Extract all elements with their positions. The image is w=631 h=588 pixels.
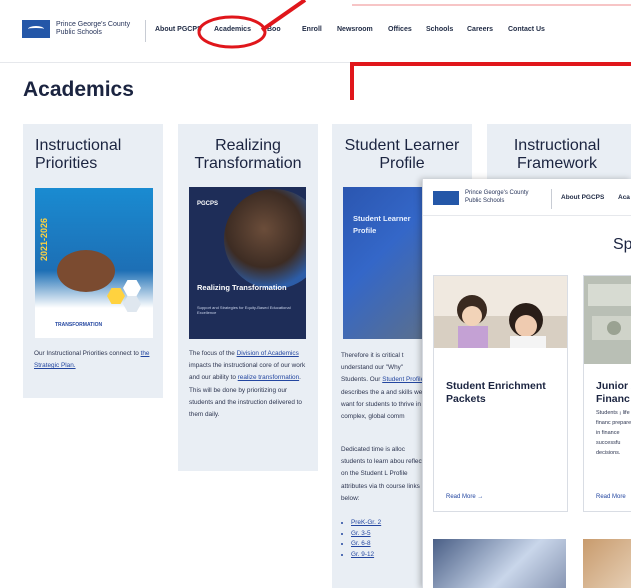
header-divider (551, 189, 552, 209)
link-prek-gr2[interactable]: PreK-Gr. 2 (351, 518, 381, 529)
site-header: Prince George's County Public Schools Ab… (0, 0, 631, 63)
pgcps-logo-icon (22, 20, 50, 38)
section-heading: Sp (613, 236, 631, 253)
card-description: The focus of the Division of Academics i… (189, 350, 306, 419)
read-more-link[interactable]: Read More (596, 494, 626, 500)
overlay-header: Prince George's County Public Schools Ab… (423, 179, 631, 216)
students-writing-photo (434, 276, 567, 364)
nav-about-pgcps[interactable]: About PGCPS (561, 194, 604, 201)
cover-year: 2021-2026 (39, 218, 49, 262)
nav-offices[interactable]: Offices (388, 26, 412, 33)
read-more-link[interactable]: Read More → (446, 494, 483, 500)
card-description-2: Dedicated time is alloc students to lear… (341, 446, 424, 502)
nav-contact-us[interactable]: Contact Us (508, 26, 545, 33)
link-gr6-8[interactable]: Gr. 6-8 (351, 539, 381, 550)
logo-line-2: Public Schools (465, 198, 505, 204)
nav-books[interactable]: Boo (267, 26, 281, 33)
classroom-photo (583, 539, 631, 588)
hexagon-shape (123, 280, 141, 296)
cover-subtitle: Support and Strategies for Equity-Based … (197, 305, 291, 315)
student-enrichment-card[interactable]: Student Enrichment Packets Read More → (433, 275, 568, 512)
strategic-plan-cover-image[interactable]: 2021-2026 TRANSFORMATION (35, 188, 153, 338)
division-of-academics-link[interactable]: Division of Academics (237, 350, 299, 357)
logo-line-2: Public Schools (56, 29, 102, 36)
pgcps-logo-icon (433, 191, 459, 205)
card-description: Our Instructional Priorities connect to … (34, 350, 150, 370)
course-links-list: PreK-Gr. 2 Gr. 3-5 Gr. 6-8 Gr. 9-12 (341, 518, 381, 560)
nav-enroll[interactable]: Enroll (302, 26, 322, 33)
nav-academics[interactable]: Aca (618, 194, 630, 201)
logo-line-1: Prince George's County (56, 21, 131, 28)
card-description: Therefore it is critical t understand ou… (341, 352, 427, 421)
student-profile-link[interactable]: Student Profile (382, 376, 424, 383)
student-learner-profile-cover-image[interactable]: Student Learner Profile (343, 187, 423, 339)
logo-line-1: Prince George's County (465, 190, 529, 196)
realize-transformation-link[interactable]: realize transformation (238, 374, 299, 381)
nav-newsroom[interactable]: Newsroom (337, 26, 373, 33)
page-title: Academics (23, 78, 134, 101)
header-divider (145, 20, 146, 42)
cover-brand: PGCPS (197, 201, 219, 207)
nav-about-pgcps[interactable]: About PGCPS (155, 26, 202, 33)
pgcps-logo[interactable]: Prince George's County Public Schools (22, 20, 130, 38)
card-instructional-framework: Instructional Framework (487, 124, 631, 184)
card-title: Student Enrichment Packets (446, 380, 546, 405)
card-title: Instructional Priorities (35, 137, 122, 172)
cover-photo (57, 250, 115, 292)
cover-title: Student Learner Profile (353, 214, 411, 235)
hexagon-shape (123, 296, 141, 312)
annotation-arrow-line (350, 62, 631, 100)
nav-academics[interactable]: Academics (214, 26, 251, 33)
money-photo (584, 276, 631, 364)
nav-careers[interactable]: Careers (467, 26, 493, 33)
cover-photo (224, 189, 306, 289)
hexagon-shape (107, 288, 125, 304)
card-title: Student Learner Profile (344, 137, 460, 172)
cover-title: Realizing Transformation (197, 283, 287, 292)
link-gr9-12[interactable]: Gr. 9-12 (351, 550, 381, 561)
link-gr3-5[interactable]: Gr. 3-5 (351, 529, 381, 540)
nav-schools[interactable]: Schools (426, 26, 453, 33)
overlay-screenshot: Prince George's County Public Schools Ab… (422, 179, 631, 588)
card-title: Junior AFinanc (596, 380, 631, 405)
arrow-right-icon: → (477, 494, 484, 500)
junior-achievement-card[interactable]: Junior AFinanc Students ¡ life financ pr… (583, 275, 631, 512)
realizing-transformation-cover-image[interactable]: PGCPS Realizing Transformation Support a… (189, 187, 306, 339)
cover-caption: TRANSFORMATION (55, 322, 103, 328)
card-description: Students ¡ life financ prepare fo in fin… (596, 410, 631, 456)
card-title: Instructional Framework (513, 137, 601, 172)
card-title: Realizing Transformation (194, 137, 302, 172)
dna-photo (433, 539, 566, 588)
